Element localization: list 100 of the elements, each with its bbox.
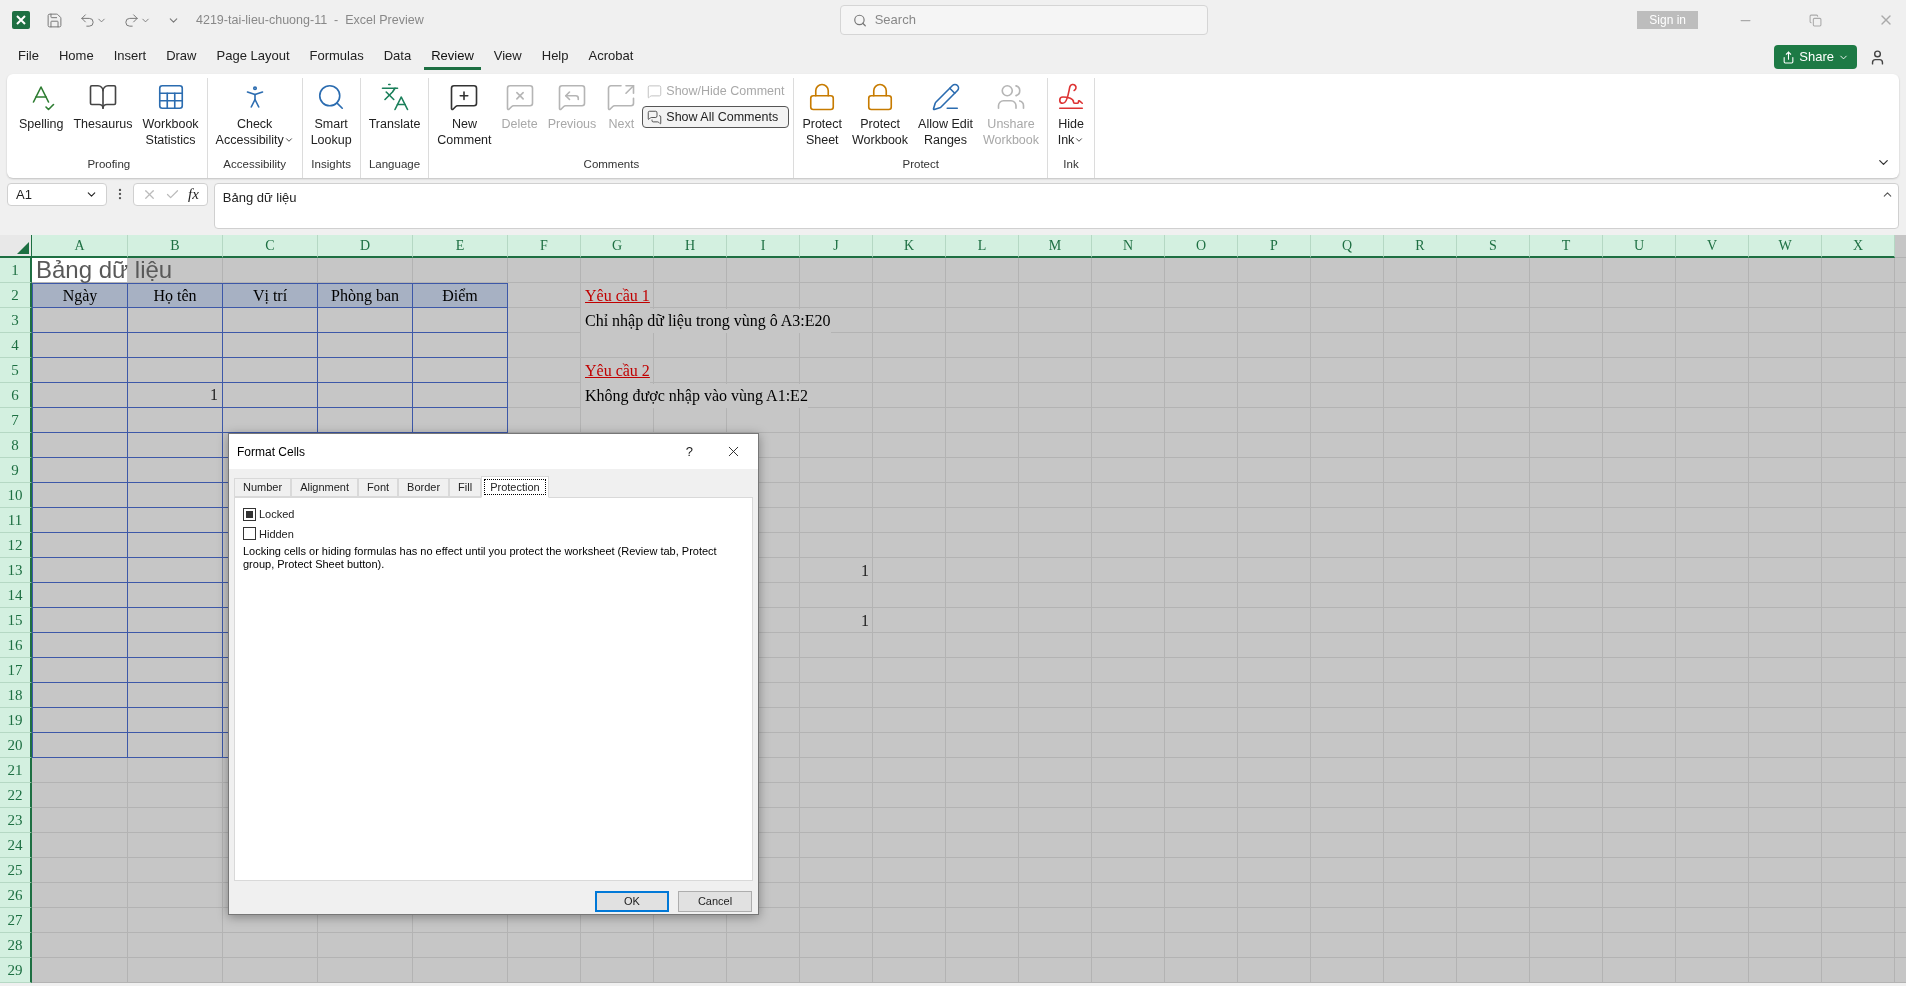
ribbon-button[interactable]: Show All Comments — [642, 106, 790, 128]
menu-tab[interactable]: Insert — [106, 44, 154, 70]
row-header[interactable]: 3 — [0, 308, 32, 333]
column-header[interactable]: U — [1603, 235, 1676, 258]
ribbon-button[interactable]: Thesaurus — [69, 78, 137, 148]
ribbon-button[interactable]: Check Accessibility — [211, 78, 298, 148]
row-header[interactable]: 18 — [0, 683, 32, 708]
ribbon-button[interactable]: Workbook Statistics — [138, 78, 203, 148]
row-header[interactable]: 7 — [0, 408, 32, 433]
row-header[interactable]: 5 — [0, 358, 32, 383]
column-header[interactable]: W — [1749, 235, 1822, 258]
row-header[interactable]: 19 — [0, 708, 32, 733]
row-header[interactable]: 13 — [0, 558, 32, 583]
row-header[interactable]: 10 — [0, 483, 32, 508]
ribbon-button[interactable]: Protect Sheet — [798, 78, 847, 148]
dialog-tab[interactable]: Protection — [481, 476, 549, 498]
column-header[interactable]: L — [946, 235, 1019, 258]
menu-tab[interactable]: Help — [534, 44, 576, 70]
row-header[interactable]: 22 — [0, 783, 32, 808]
row-header[interactable]: 6 — [0, 383, 32, 408]
column-header[interactable]: S — [1457, 235, 1530, 258]
menu-tab[interactable]: Draw — [159, 44, 204, 70]
column-header[interactable]: T — [1530, 235, 1603, 258]
column-header[interactable]: H — [654, 235, 727, 258]
row-header[interactable]: 29 — [0, 958, 32, 983]
ribbon-button[interactable]: Smart Lookup — [306, 78, 356, 148]
menu-tab[interactable]: Formulas — [302, 44, 371, 70]
column-header[interactable]: Q — [1311, 235, 1384, 258]
redo-icon[interactable] — [123, 11, 140, 29]
column-header[interactable]: E — [413, 235, 508, 258]
dialog-button[interactable]: Cancel — [678, 891, 752, 912]
row-header[interactable]: 21 — [0, 758, 32, 783]
menu-tab[interactable]: Data — [376, 44, 419, 70]
row-header[interactable]: 14 — [0, 583, 32, 608]
dialog-button[interactable]: OK — [595, 891, 669, 912]
dialog-tab[interactable]: Fill — [449, 478, 482, 497]
column-header[interactable]: I — [727, 235, 800, 258]
checkbox[interactable] — [243, 507, 256, 521]
menu-tab[interactable]: View — [486, 44, 529, 70]
row-header[interactable]: 20 — [0, 733, 32, 758]
row-header[interactable]: 8 — [0, 433, 32, 458]
row-header[interactable]: 12 — [0, 533, 32, 558]
search-field[interactable]: Search — [839, 5, 1208, 35]
column-header[interactable]: O — [1165, 235, 1238, 258]
column-header[interactable]: X — [1822, 235, 1895, 258]
select-all-icon[interactable] — [17, 242, 29, 254]
share-button[interactable]: Share — [1774, 45, 1857, 69]
dialog-tab[interactable]: Font — [358, 478, 399, 497]
row-header[interactable]: 26 — [0, 883, 32, 908]
ribbon-button[interactable]: Protect Workbook — [848, 78, 913, 148]
formula-field[interactable]: Bảng dữ liệu — [213, 183, 1899, 229]
row-header[interactable]: 1 — [0, 258, 32, 283]
menu-tab[interactable]: File — [11, 44, 46, 70]
person-icon[interactable] — [1869, 48, 1886, 66]
column-header[interactable]: C — [223, 235, 318, 258]
search-input[interactable]: Search — [874, 10, 1195, 30]
row-header[interactable]: 9 — [0, 458, 32, 483]
restore-icon[interactable] — [1809, 13, 1822, 27]
row-header[interactable]: 4 — [0, 333, 32, 358]
ribbon-button[interactable]: Allow Edit Ranges — [914, 78, 977, 148]
row-header[interactable]: 28 — [0, 933, 32, 958]
help-button[interactable]: ? — [685, 441, 693, 462]
column-header[interactable]: J — [800, 235, 873, 258]
ribbon-button[interactable]: Spelling — [15, 78, 68, 148]
row-header[interactable]: 16 — [0, 633, 32, 658]
cancel-icon[interactable] — [142, 187, 157, 202]
menu-tab[interactable]: Acrobat — [581, 44, 641, 70]
column-header[interactable]: G — [581, 235, 654, 258]
menu-tab[interactable]: Page Layout — [209, 44, 297, 70]
row-header[interactable]: 15 — [0, 608, 32, 633]
dialog-tab[interactable]: Alignment — [291, 478, 359, 497]
name-box[interactable]: A1 — [7, 183, 107, 206]
row-header[interactable]: 23 — [0, 808, 32, 833]
checkbox[interactable] — [243, 527, 256, 541]
column-header[interactable]: R — [1384, 235, 1457, 258]
save-icon[interactable] — [46, 11, 63, 29]
column-header[interactable]: D — [318, 235, 413, 258]
insert-function-button[interactable]: fx — [188, 183, 199, 206]
dialog-tab[interactable]: Border — [398, 478, 450, 497]
row-header[interactable]: 27 — [0, 908, 32, 933]
dialog-tab[interactable]: Number — [234, 478, 292, 497]
menu-tab[interactable]: Review — [424, 44, 481, 70]
ribbon-button[interactable]: New Comment — [433, 78, 496, 148]
ribbon-button[interactable]: Hide Ink — [1052, 78, 1090, 148]
menu-tab[interactable]: Home — [51, 44, 101, 70]
row-header[interactable]: 11 — [0, 508, 32, 533]
column-header[interactable]: P — [1238, 235, 1311, 258]
column-header[interactable]: V — [1676, 235, 1749, 258]
undo-icon[interactable] — [79, 11, 96, 29]
column-header[interactable]: F — [508, 235, 581, 258]
column-header[interactable]: N — [1092, 235, 1165, 258]
column-header[interactable]: A — [32, 235, 128, 258]
row-header[interactable]: 25 — [0, 858, 32, 883]
column-header[interactable]: M — [1019, 235, 1092, 258]
row-header[interactable]: 17 — [0, 658, 32, 683]
ribbon-button[interactable]: Translate — [364, 78, 425, 148]
column-header[interactable]: B — [128, 235, 223, 258]
row-header[interactable]: 24 — [0, 833, 32, 858]
column-header[interactable]: K — [873, 235, 946, 258]
row-header[interactable]: 2 — [0, 283, 32, 308]
